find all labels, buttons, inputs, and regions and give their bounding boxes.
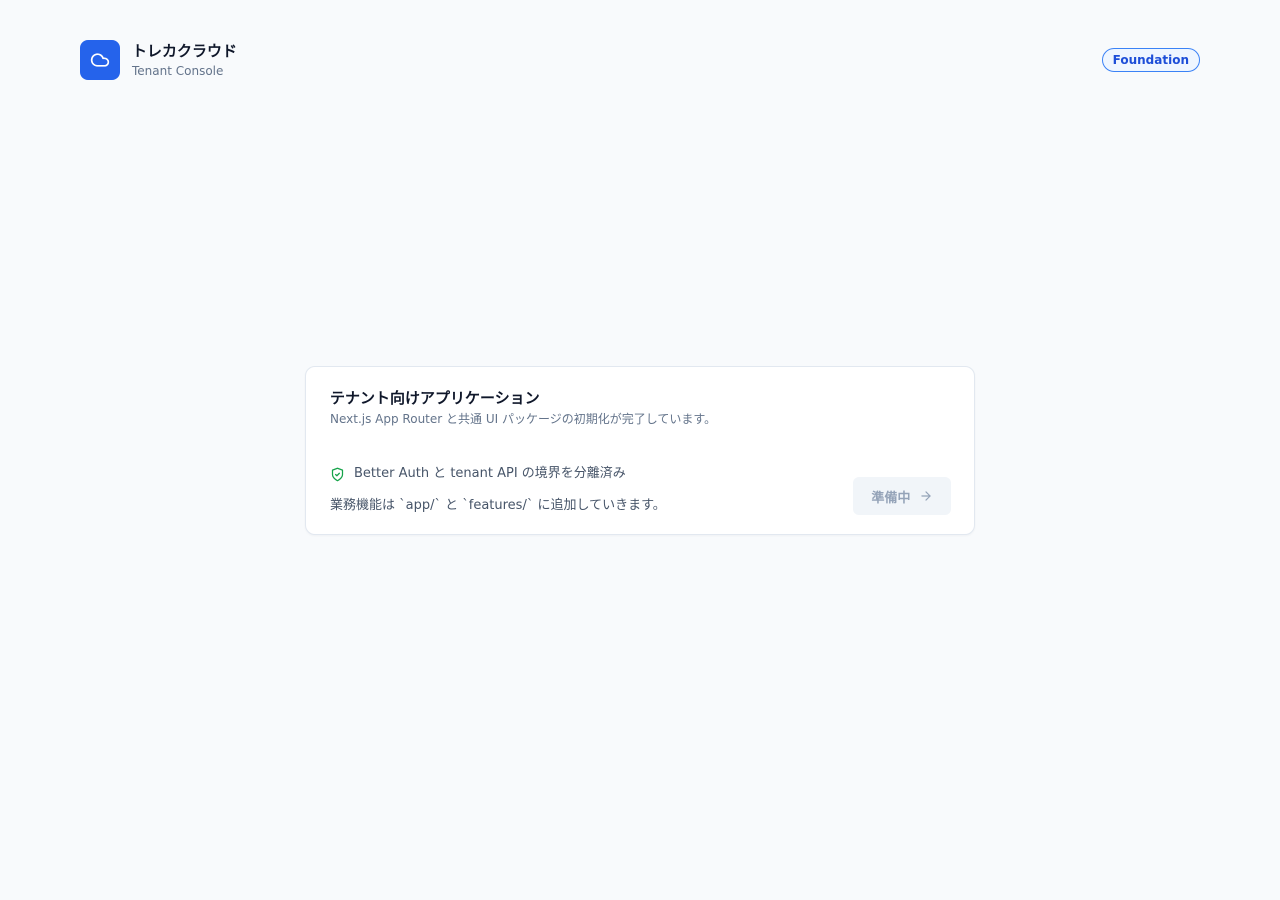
preparing-button[interactable]: 準備中 [853,477,951,515]
page: トレカクラウド Tenant Console Foundation テナント向け… [0,0,1280,900]
preparing-button-label: 準備中 [871,490,911,506]
cloud-icon [90,50,110,70]
arrow-right-icon [919,489,933,503]
brand-subtitle: Tenant Console [132,64,224,78]
app-status-card: テナント向けアプリケーション Next.js App Router と共通 UI… [305,366,975,535]
brand[interactable]: トレカクラウド Tenant Console [80,40,237,80]
card-description: Next.js App Router と共通 UI パッケージの初期化が完了して… [330,412,717,426]
shield-check-icon [330,467,345,482]
auth-status: Better Auth と tenant API の境界を分離済み [330,465,626,483]
foundation-badge: Foundation [1101,48,1200,72]
brand-name: トレカクラウド [132,42,238,60]
card-title: テナント向けアプリケーション [330,389,540,407]
top-header: トレカクラウド Tenant Console Foundation [80,40,1200,80]
auth-status-text: Better Auth と tenant API の境界を分離済み [354,466,626,481]
card-note: 業務機能は `app/` と `features/` に追加していきます。 [330,498,666,513]
brand-logo [80,40,120,80]
brand-text: トレカクラウド Tenant Console [132,41,237,79]
